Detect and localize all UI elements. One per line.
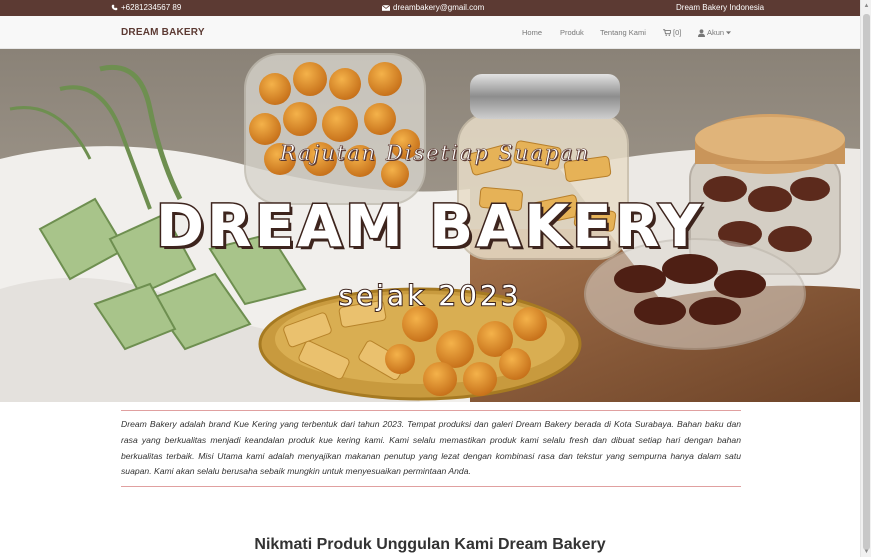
phone-icon	[111, 4, 118, 11]
scrollbar-thumb[interactable]	[863, 14, 870, 550]
page-scrollbar[interactable]: ▲ ▼	[860, 0, 871, 557]
nav-cart-link[interactable]: [0]	[663, 28, 681, 37]
navbar-brand-link[interactable]: DREAM BAKERY	[121, 27, 205, 38]
caret-down-icon	[726, 30, 732, 34]
featured-products-title: Nikmati Produk Unggulan Kami Dream Baker…	[254, 536, 606, 553]
scroll-up-arrow-icon[interactable]: ▲	[863, 2, 870, 10]
cart-icon	[663, 29, 671, 36]
top-contact-bar: +6281234567 89 dreambakery@gmail.com Dre…	[0, 0, 860, 16]
topbar-email-text: dreambakery@gmail.com	[393, 3, 485, 12]
topbar-brand-text: Dream Bakery Indonesia	[676, 3, 765, 12]
main-navbar: DREAM BAKERY Home Produk Tentang Kami [0…	[0, 16, 860, 49]
cart-count: [0]	[673, 28, 682, 37]
hero-tagline: Rajutan Disetiap Suapan	[279, 141, 591, 166]
topbar-phone: +6281234567 89	[111, 3, 181, 12]
topbar-brand: Dream Bakery Indonesia	[676, 3, 764, 12]
nav-link-tentang-kami[interactable]: Tentang Kami	[600, 28, 646, 37]
nav-link-home[interactable]: Home	[522, 28, 542, 37]
about-section: Dream Bakery adalah brand Kue Kering yan…	[121, 410, 741, 487]
hero-since: sejak 2023	[337, 278, 522, 313]
nav-link-produk[interactable]: Produk	[560, 28, 584, 37]
user-icon	[698, 28, 705, 37]
topbar-email: dreambakery@gmail.com	[382, 3, 484, 12]
envelope-icon	[382, 4, 390, 11]
about-text: Dream Bakery adalah brand Kue Kering yan…	[121, 419, 741, 477]
hero-banner: Rajutan Disetiap Suapan DREAM BAKERY sej…	[0, 49, 860, 402]
topbar-phone-text: +6281234567 89	[121, 3, 182, 12]
scroll-down-arrow-icon[interactable]: ▼	[863, 548, 870, 556]
nav-account-dropdown[interactable]: Akun	[698, 28, 732, 37]
account-label: Akun	[707, 28, 725, 37]
hero-title: DREAM BAKERY	[154, 191, 705, 262]
